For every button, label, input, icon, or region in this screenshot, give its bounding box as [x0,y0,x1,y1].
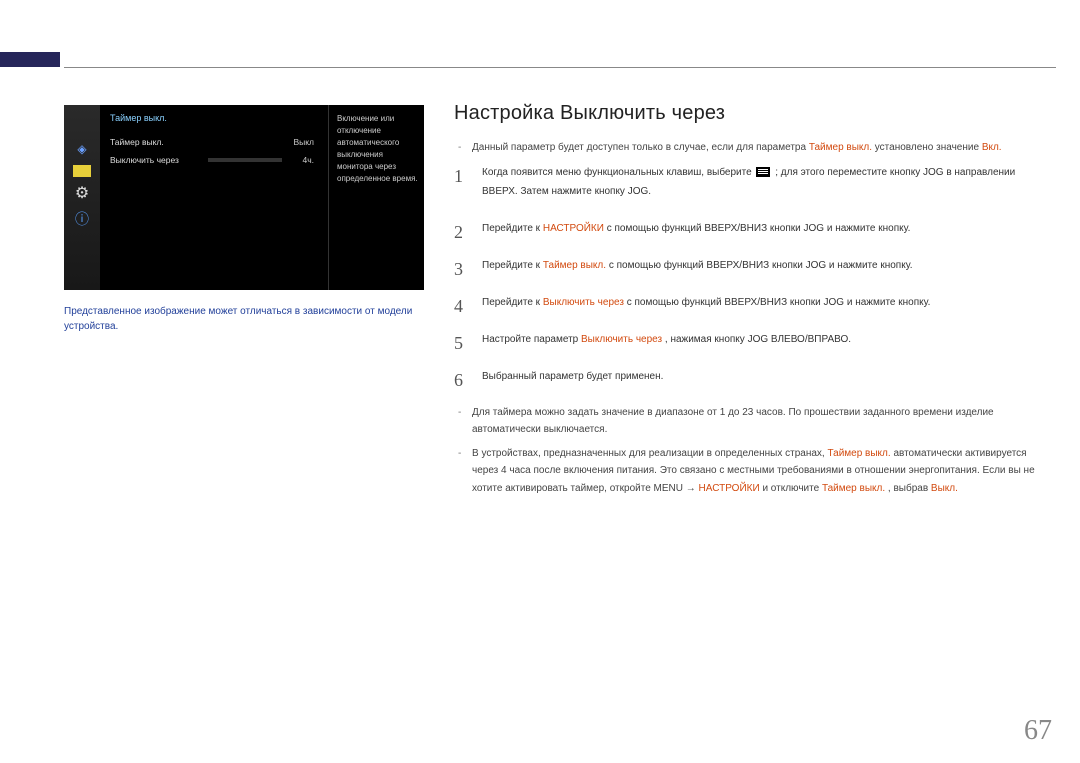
highlight: Таймер выкл. [543,260,606,271]
osd-icon-column: ◈ ⚙ ⓘ [64,105,100,290]
intro-note-item: Данный параметр будет доступен только в … [472,139,1042,157]
osd-description: Включение или отключение автоматического… [328,105,424,290]
osd-row-value: Выкл [288,137,314,147]
step-1: Когда появится меню функциональных клави… [454,163,1042,201]
highlight: Таймер выкл. [809,142,872,153]
text: , выбрав [888,483,931,494]
text: Когда появится меню функциональных клави… [482,167,754,178]
text: с помощью функций ВВЕРХ/ВНИЗ кнопки JOG … [627,297,931,308]
step-4: Перейдите к Выключить через с помощью фу… [454,293,1042,312]
page-number: 67 [1024,715,1052,747]
osd-screenshot: ◈ ⚙ ⓘ Таймер выкл. Таймер выкл. Выкл Вык… [64,105,424,290]
text: установлено значение [875,142,982,153]
footnote-2: В устройствах, предназначенных для реали… [472,445,1042,498]
text: с помощью функций ВВЕРХ/ВНИЗ кнопки JOG … [609,260,913,271]
highlight: НАСТРОЙКИ [543,223,604,234]
header-divider [64,67,1056,68]
text: Данный параметр будет доступен только в … [472,142,809,153]
resize-icon [73,165,91,177]
text: , нажимая кнопку JOG ВЛЕВО/ВПРАВО. [665,334,851,345]
highlight: Выключить через [581,334,662,345]
chapter-color-tab [0,52,60,67]
osd-row-turn-off-after: Выключить через 4ч. [110,151,322,169]
osd-row-label: Таймер выкл. [110,137,164,147]
right-column: Настройка Выключить через Данный парамет… [454,102,1042,503]
left-column: ◈ ⚙ ⓘ Таймер выкл. Таймер выкл. Выкл Вык… [64,105,424,334]
text: и отключите [762,483,822,494]
step-2: Перейдите к НАСТРОЙКИ с помощью функций … [454,219,1042,238]
text: Настройте параметр [482,334,581,345]
page-title: Настройка Выключить через [454,102,1042,125]
highlight: Вкл. [982,142,1002,153]
intro-note: Данный параметр будет доступен только в … [454,139,1042,157]
footnote-1: Для таймера можно задать значение в диап… [472,404,1042,439]
monitor-icon [70,113,94,133]
steps-list: Когда появится меню функциональных клави… [454,163,1042,386]
osd-row-value: 4ч. [288,155,314,165]
target-icon: ◈ [70,139,94,159]
osd-row-label: Выключить через [110,155,179,165]
highlight: Выкл. [931,483,958,494]
text: В устройствах, предназначенных для реали… [472,448,827,459]
osd-main-panel: Таймер выкл. Таймер выкл. Выкл Выключить… [100,105,328,290]
osd-section-title: Таймер выкл. [110,113,322,123]
footnotes: Для таймера можно задать значение в диап… [454,404,1042,498]
image-disclaimer: Представленное изображение может отличат… [64,304,424,334]
info-icon: ⓘ [70,209,94,229]
text: Выбранный параметр будет применен. [482,371,663,382]
highlight: Таймер выкл. [827,448,890,459]
step-3: Перейдите к Таймер выкл. с помощью функц… [454,256,1042,275]
osd-row-off-timer: Таймер выкл. Выкл [110,133,322,151]
menu-icon [756,167,770,177]
text: Перейдите к [482,297,543,308]
highlight: Таймер выкл. [822,483,885,494]
highlight: НАСТРОЙКИ [699,483,760,494]
step-5: Настройте параметр Выключить через , наж… [454,330,1042,349]
step-6: Выбранный параметр будет применен. [454,367,1042,386]
text: Перейдите к [482,260,543,271]
gear-icon: ⚙ [70,183,94,203]
text: с помощью функций ВВЕРХ/ВНИЗ кнопки JOG … [607,223,911,234]
highlight: Выключить через [543,297,624,308]
osd-slider [208,158,282,162]
text: Перейдите к [482,223,543,234]
